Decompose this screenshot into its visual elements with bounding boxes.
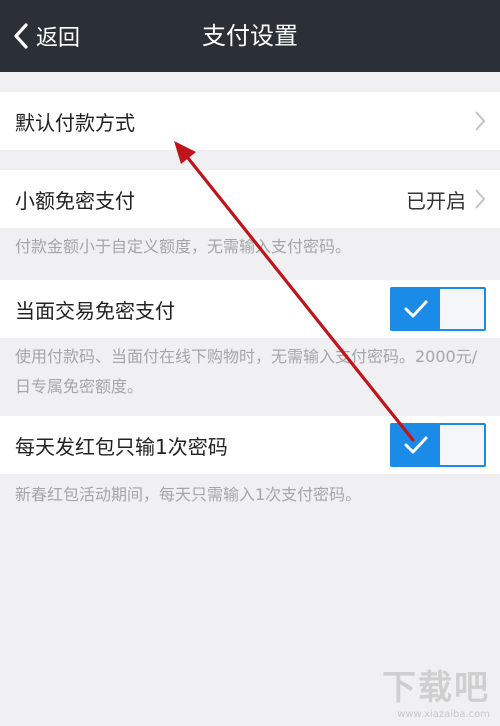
- default-payment-label: 默认付款方式: [15, 110, 135, 135]
- toggle-knob: [392, 289, 440, 329]
- face-to-face-toggle[interactable]: [390, 287, 486, 331]
- small-amount-label: 小额免密支付: [15, 188, 135, 213]
- red-packet-row: 每天发红包只输1次密码: [0, 416, 500, 474]
- red-packet-toggle[interactable]: [390, 423, 486, 467]
- page-title: 支付设置: [202, 22, 298, 50]
- toggle-knob: [392, 425, 440, 465]
- small-amount-note: 付款金额小于自定义额度，无需输入支付密码。: [15, 237, 352, 256]
- face-to-face-note: 使用付款码、当面付在线下购物时，无需输入支付密码。2000元/日专属免密额度。: [15, 347, 478, 396]
- small-amount-status: 已开启: [406, 188, 466, 213]
- chevron-right-icon: [475, 111, 486, 131]
- check-icon: [404, 436, 428, 454]
- check-icon: [404, 300, 428, 318]
- red-packet-note: 新春红包活动期间，每天只需输入1次支付密码。: [15, 485, 362, 504]
- nav-bar: 返回 支付设置: [0, 0, 500, 72]
- default-payment-row[interactable]: 默认付款方式: [0, 92, 500, 150]
- face-to-face-row: 当面交易免密支付: [0, 280, 500, 338]
- small-amount-row[interactable]: 小额免密支付 已开启: [0, 170, 500, 228]
- chevron-right-icon: [475, 189, 486, 209]
- watermark-logo: 下载吧 www.xiazaiba.com: [382, 668, 490, 720]
